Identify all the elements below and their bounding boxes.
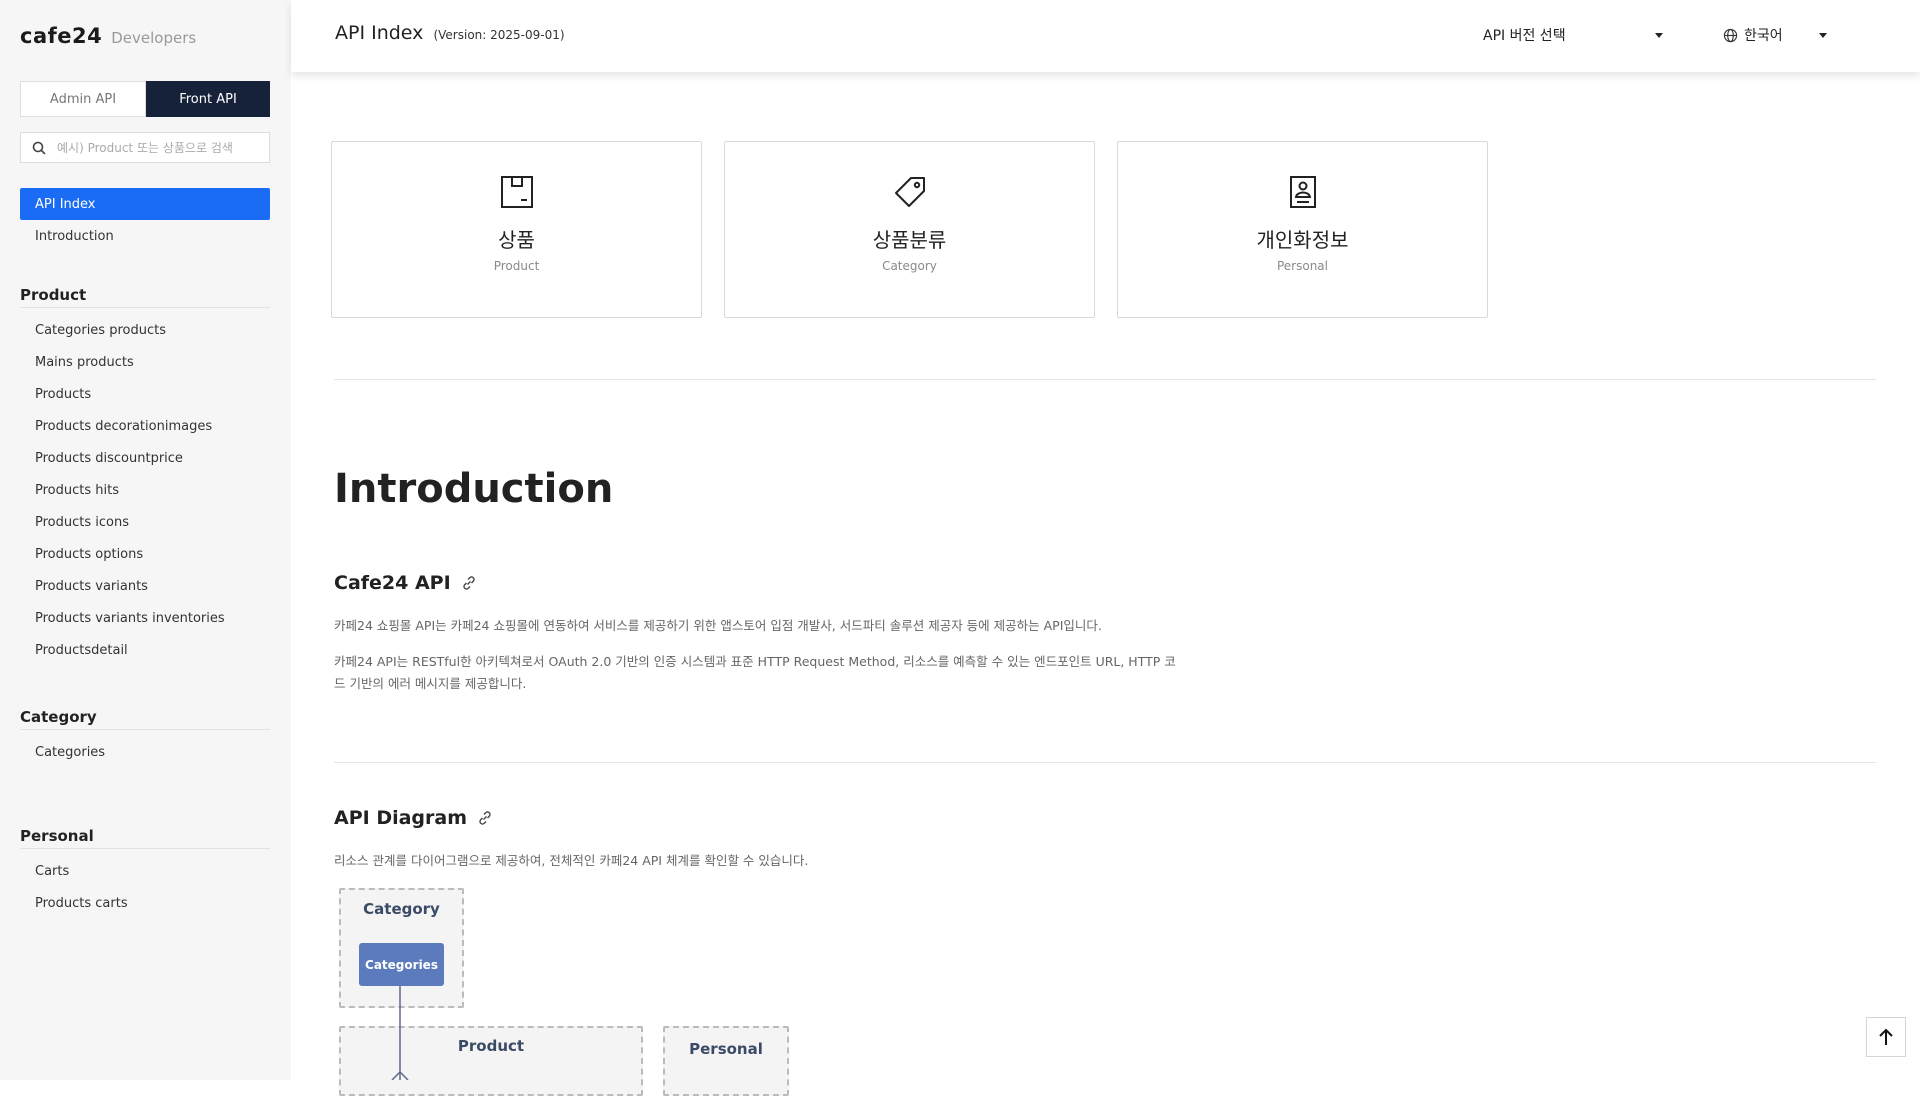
card-personal[interactable]: 개인화정보 Personal [1117, 141, 1488, 318]
card-subtitle: Product [493, 259, 540, 273]
language-select[interactable]: 한국어 [1723, 22, 1839, 48]
tag-icon [892, 174, 928, 210]
section-divider [334, 762, 1876, 763]
logo[interactable]: cafe24 Developers [20, 24, 196, 48]
sidebar-item-categories-products[interactable]: Categories products [20, 314, 270, 346]
card-subtitle: Personal [1276, 259, 1328, 273]
diagram-group-title: Personal [689, 1040, 763, 1058]
tab-admin-api[interactable]: Admin API [20, 81, 146, 117]
nav-section-title[interactable]: Personal [20, 823, 270, 849]
sidebar-item-api-index[interactable]: API Index [20, 188, 270, 220]
page-version: (Version: 2025-09-01) [433, 28, 565, 42]
tab-front-api[interactable]: Front API [146, 81, 270, 117]
card-title: 상품 [498, 228, 535, 252]
sidebar-item-introduction[interactable]: Introduction [20, 220, 270, 252]
card-product[interactable]: 상품 Product [331, 141, 702, 318]
logo-wordmark: cafe24 [20, 24, 103, 48]
nav-top: API Index Introduction [20, 188, 270, 252]
diagram-node-categories[interactable]: Categories [359, 943, 444, 986]
nav-section-personal: Personal Carts Products carts [20, 823, 270, 919]
cafe24-api-paragraph-1: 카페24 쇼핑몰 API는 카페24 쇼핑몰에 연동하여 서비스를 제공하기 위… [334, 618, 1102, 633]
top-header: API Index (Version: 2025-09-01) API 버전 선… [291, 0, 1920, 72]
nav-section-list: Categories [20, 736, 270, 768]
scroll-to-top-button[interactable] [1866, 1017, 1906, 1057]
card-title: 개인화정보 [1256, 228, 1349, 252]
arrow-up-icon [1878, 1028, 1894, 1046]
sidebar-item-productsdetail[interactable]: Productsdetail [20, 634, 270, 666]
nav-section-list: Categories products Mains products Produ… [20, 314, 270, 666]
card-title: 상품분류 [872, 228, 947, 252]
api-diagram-title: API Diagram [334, 807, 468, 829]
nav-section-title[interactable]: Category [20, 704, 270, 730]
language-select-label: 한국어 [1744, 28, 1783, 44]
sidebar-item-carts[interactable]: Carts [20, 855, 270, 887]
sidebar-item-products-hits[interactable]: Products hits [20, 474, 270, 506]
diagram-connector [391, 986, 409, 1080]
sidebar: cafe24 Developers Admin API Front API AP… [0, 0, 291, 1080]
introduction-heading: Introduction [334, 466, 614, 512]
box-icon [499, 174, 535, 210]
nav-section-category: Category Categories [20, 704, 270, 768]
nav-section-title[interactable]: Product [20, 282, 270, 308]
api-diagram-heading: API Diagram [334, 807, 493, 829]
search-input[interactable] [57, 140, 257, 155]
chevron-down-icon [1655, 32, 1663, 38]
diagram-group-title: Category [363, 900, 440, 918]
category-cards: 상품 Product 상품분류 Category 개인화정보 Personal [331, 141, 1488, 318]
chevron-down-icon [1818, 32, 1827, 38]
sidebar-item-categories[interactable]: Categories [20, 736, 270, 768]
api-version-select[interactable]: API 버전 선택 [1483, 22, 1663, 48]
card-subtitle: Category [882, 259, 937, 273]
sidebar-item-products-options[interactable]: Products options [20, 538, 270, 570]
sidebar-item-mains-products[interactable]: Mains products [20, 346, 270, 378]
person-card-icon [1285, 174, 1321, 210]
globe-icon [1723, 28, 1738, 43]
diagram-group-personal [663, 1026, 789, 1096]
sidebar-item-products[interactable]: Products [20, 378, 270, 410]
card-category[interactable]: 상품분류 Category [724, 141, 1095, 318]
sidebar-item-products-variants[interactable]: Products variants [20, 570, 270, 602]
cafe24-api-title: Cafe24 API [334, 572, 451, 594]
sidebar-item-products-icons[interactable]: Products icons [20, 506, 270, 538]
logo-subtitle: Developers [111, 29, 197, 47]
nav-section-list: Carts Products carts [20, 855, 270, 919]
cafe24-api-paragraph-2: 카페24 API는 RESTful한 아키텍쳐로서 OAuth 2.0 기반의 … [334, 654, 1176, 691]
page-title: API Index (Version: 2025-09-01) [335, 22, 565, 44]
api-diagram-description: 리소스 관계를 다이어그램으로 제공하여, 전체적인 카페24 API 체계를 … [334, 853, 809, 868]
section-divider [334, 379, 1876, 380]
search-box [20, 132, 270, 163]
api-version-select-label: API 버전 선택 [1483, 28, 1566, 44]
cafe24-api-heading: Cafe24 API [334, 572, 477, 594]
sidebar-item-products-variants-inventories[interactable]: Products variants inventories [20, 602, 270, 634]
nav-section-product: Product Categories products Mains produc… [20, 282, 270, 666]
sidebar-item-products-decorationimages[interactable]: Products decorationimages [20, 410, 270, 442]
api-type-tabs: Admin API Front API [20, 81, 270, 117]
sidebar-item-products-carts[interactable]: Products carts [20, 887, 270, 919]
sidebar-item-products-discountprice[interactable]: Products discountprice [20, 442, 270, 474]
link-icon[interactable] [461, 575, 477, 591]
search-icon[interactable] [21, 132, 57, 163]
page-title-text: API Index [335, 22, 424, 44]
link-icon[interactable] [477, 810, 493, 826]
